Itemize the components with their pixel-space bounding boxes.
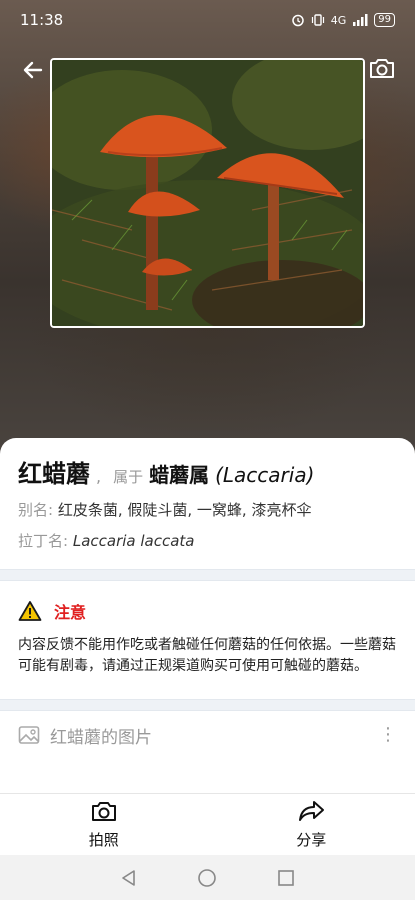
gallery-section[interactable]: 红蜡蘑的图片 ⋮ — [0, 711, 415, 759]
belongs-to-label: 属于 — [113, 468, 144, 486]
alias-value: 红皮条菌, 假陡斗菌, 一窝蜂, 漆亮杯伞 — [57, 501, 312, 519]
status-bar: 11:38 4G 99 — [0, 0, 415, 40]
species-name: 红蜡蘑 — [18, 460, 90, 488]
triangle-back-icon — [122, 869, 135, 886]
vibrate-icon — [311, 14, 324, 26]
mushroom-illustration — [52, 60, 363, 326]
nav-recents-button[interactable] — [274, 866, 298, 890]
latin-value: Laccaria laccata — [72, 532, 195, 550]
network-label: 4G — [330, 13, 347, 27]
warning-triangle-icon — [18, 601, 42, 621]
latin-row: 拉丁名: Laccaria laccata — [18, 530, 397, 551]
share-button[interactable]: 分享 — [208, 794, 415, 855]
circle-home-icon — [198, 868, 217, 887]
camera-button[interactable] — [367, 53, 397, 83]
share-label: 分享 — [296, 831, 327, 849]
gallery-heading: 红蜡蘑的图片 — [18, 723, 152, 748]
shoot-button[interactable]: 拍照 — [0, 794, 208, 855]
arrow-left-icon — [23, 61, 43, 79]
notice-card: 注意 内容反馈不能用作吃或者触碰任何蘑菇的任何依据。一些蘑菇可能有剧毒，请通过正… — [0, 581, 415, 699]
bottom-action-bar: 拍照 分享 — [0, 793, 415, 855]
status-time: 11:38 — [20, 11, 64, 29]
battery-indicator: 99 — [374, 13, 395, 27]
gallery-label: 红蜡蘑的图片 — [50, 727, 152, 748]
signal-icon — [353, 14, 368, 26]
notice-title: 注意 — [54, 603, 87, 622]
info-sheet: 红蜡蘑, 属于 蜡蘑属 (Laccaria) 别名: 红皮条菌, 假陡斗菌, 一窝… — [0, 438, 415, 793]
alias-label: 别名: — [18, 501, 54, 519]
square-recents-icon — [278, 869, 294, 886]
title-separator: , — [96, 467, 102, 486]
section-divider-2 — [0, 699, 415, 711]
notice-header: 注意 — [18, 599, 397, 623]
image-icon — [18, 726, 40, 744]
system-nav-bar — [0, 855, 415, 900]
genus-latin: (Laccaria) — [215, 463, 315, 487]
genus-name: 蜡蘑属 — [149, 463, 210, 487]
status-icons: 4G 99 — [291, 13, 395, 27]
latin-label: 拉丁名: — [18, 532, 69, 550]
shoot-label: 拍照 — [88, 831, 119, 849]
nav-back-button[interactable] — [117, 866, 141, 890]
species-title-row: 红蜡蘑, 属于 蜡蘑属 (Laccaria) — [18, 454, 397, 489]
camera-icon — [91, 802, 116, 821]
back-button[interactable] — [18, 55, 48, 85]
nav-home-button[interactable] — [195, 866, 219, 890]
notice-text: 内容反馈不能用作吃或者触碰任何蘑菇的任何依据。一些蘑菇可能有剧毒，请通过正规渠道… — [18, 637, 396, 674]
species-info: 红蜡蘑, 属于 蜡蘑属 (Laccaria) 别名: 红皮条菌, 假陡斗菌, 一窝… — [0, 438, 415, 551]
share-arrow-icon — [299, 801, 325, 821]
alarm-icon — [291, 14, 304, 27]
alias-row: 别名: 红皮条菌, 假陡斗菌, 一窝蜂, 漆亮杯伞 — [18, 499, 397, 520]
mushroom-photo — [50, 58, 365, 328]
more-options-button[interactable]: ⋮ — [379, 726, 397, 744]
camera-icon — [370, 59, 394, 78]
section-divider — [0, 569, 415, 581]
